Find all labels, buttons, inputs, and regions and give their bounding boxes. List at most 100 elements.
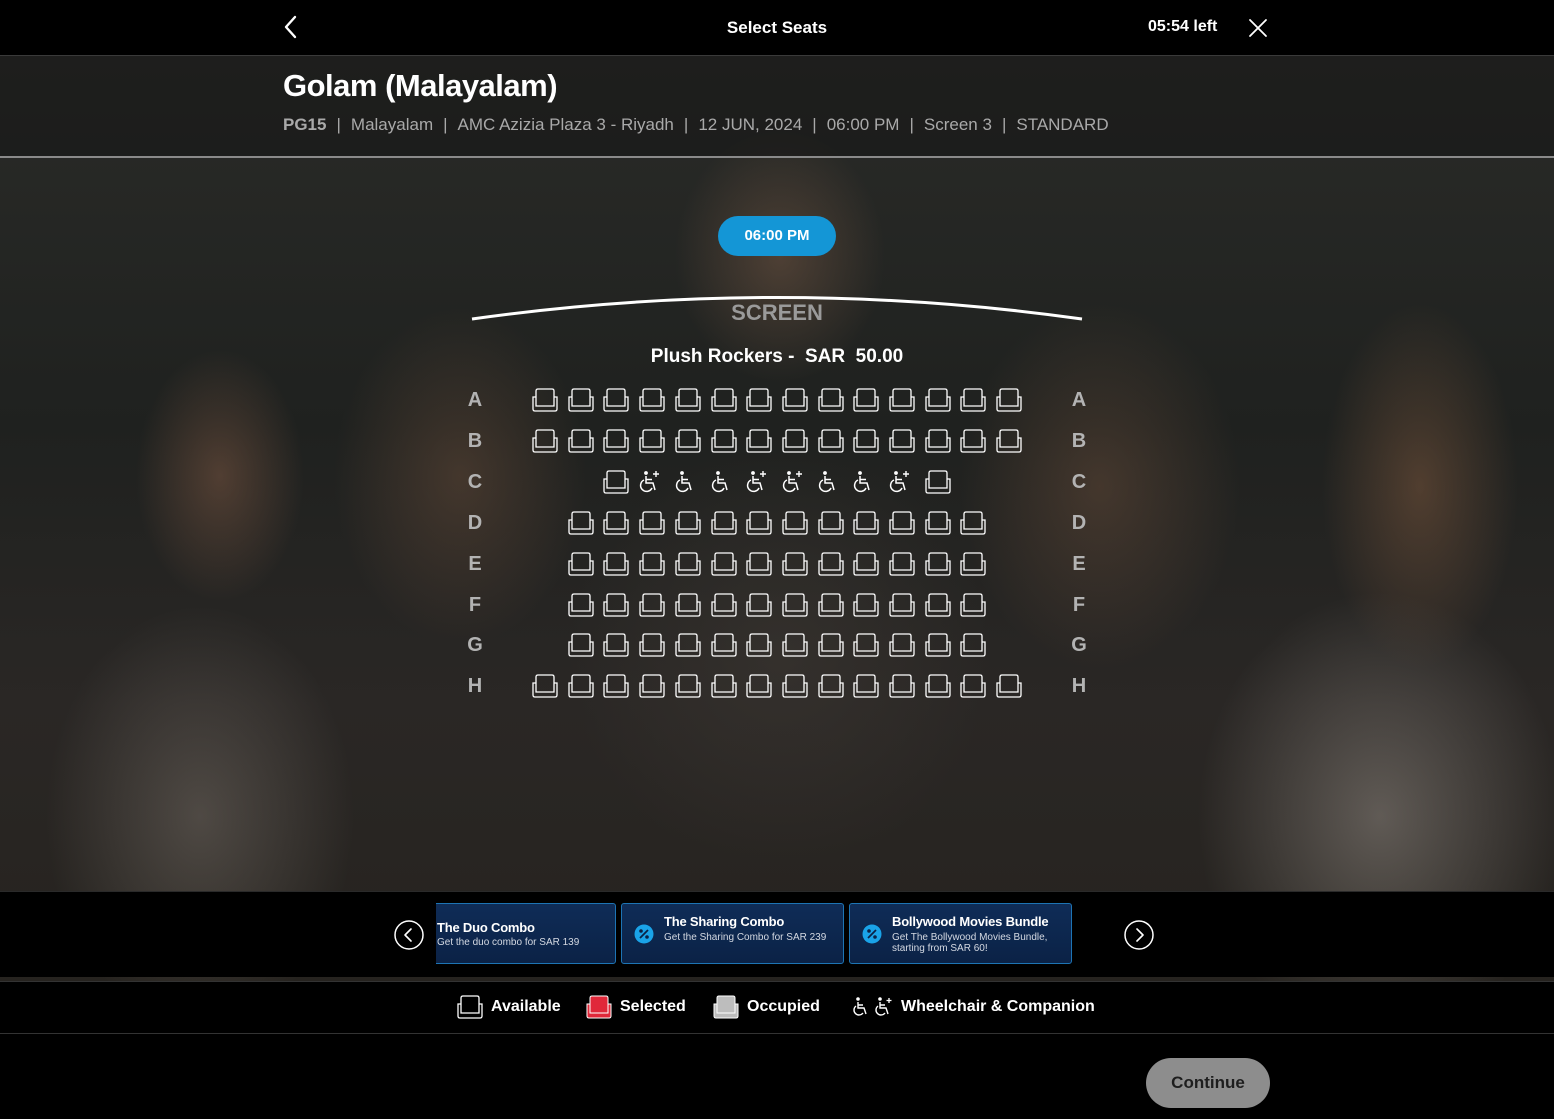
promo-card-duo[interactable]: The Duo Combo Get the duo combo for SAR … <box>436 903 616 964</box>
seat-h3[interactable] <box>601 673 631 699</box>
seat-g5[interactable] <box>709 632 739 658</box>
seat-h14[interactable] <box>994 673 1024 699</box>
seat-g8[interactable] <box>816 632 846 658</box>
seat-a10[interactable] <box>851 387 881 413</box>
seat-g4[interactable] <box>673 632 703 658</box>
seat-f5[interactable] <box>709 592 739 618</box>
seat-f11[interactable] <box>923 592 953 618</box>
close-button[interactable] <box>1248 18 1268 38</box>
seat-f3[interactable] <box>637 592 667 618</box>
seat-a1[interactable] <box>530 387 560 413</box>
seat-b13[interactable] <box>958 428 988 454</box>
seat-g10[interactable] <box>887 632 917 658</box>
seat-h6[interactable] <box>709 673 739 699</box>
seat-h10[interactable] <box>851 673 881 699</box>
seat-a6[interactable] <box>709 387 739 413</box>
wheelchair-seat-c6[interactable] <box>780 469 810 495</box>
seat-f10[interactable] <box>887 592 917 618</box>
seat-a4[interactable] <box>637 387 667 413</box>
seat-b2[interactable] <box>566 428 596 454</box>
seat-g7[interactable] <box>780 632 810 658</box>
wheelchair-seat-c8[interactable] <box>851 469 881 495</box>
seat-a7[interactable] <box>744 387 774 413</box>
seat-h13[interactable] <box>958 673 988 699</box>
seat-b10[interactable] <box>851 428 881 454</box>
seat-b4[interactable] <box>637 428 667 454</box>
seat-b9[interactable] <box>816 428 846 454</box>
seat-g1[interactable] <box>566 632 596 658</box>
showtime-selector[interactable]: 06:00 PM <box>718 216 836 256</box>
seat-d2[interactable] <box>601 510 631 536</box>
seat-f8[interactable] <box>816 592 846 618</box>
seat-c1[interactable] <box>601 469 631 495</box>
seat-g3[interactable] <box>637 632 667 658</box>
seat-e5[interactable] <box>709 551 739 577</box>
wheelchair-seat-c3[interactable] <box>673 469 703 495</box>
seat-f12[interactable] <box>958 592 988 618</box>
seat-d5[interactable] <box>709 510 739 536</box>
wheelchair-seat-c7[interactable] <box>816 469 846 495</box>
seat-e8[interactable] <box>816 551 846 577</box>
seat-f7[interactable] <box>780 592 810 618</box>
seat-d3[interactable] <box>637 510 667 536</box>
seat-h11[interactable] <box>887 673 917 699</box>
wheelchair-seat-c5[interactable] <box>744 469 774 495</box>
seat-f1[interactable] <box>566 592 596 618</box>
seat-h1[interactable] <box>530 673 560 699</box>
wheelchair-seat-c2[interactable] <box>637 469 667 495</box>
seat-g12[interactable] <box>958 632 988 658</box>
seat-b5[interactable] <box>673 428 703 454</box>
seat-b12[interactable] <box>923 428 953 454</box>
promo-prev-button[interactable] <box>394 920 424 950</box>
seat-d6[interactable] <box>744 510 774 536</box>
promo-card-bollywood[interactable]: Bollywood Movies Bundle Get The Bollywoo… <box>849 903 1072 964</box>
seat-a2[interactable] <box>566 387 596 413</box>
seat-e2[interactable] <box>601 551 631 577</box>
promo-card-sharing[interactable]: The Sharing Combo Get the Sharing Combo … <box>621 903 844 964</box>
seat-e9[interactable] <box>851 551 881 577</box>
seat-h9[interactable] <box>816 673 846 699</box>
seat-d10[interactable] <box>887 510 917 536</box>
seat-f6[interactable] <box>744 592 774 618</box>
promo-next-button[interactable] <box>1124 920 1154 950</box>
seat-h7[interactable] <box>744 673 774 699</box>
wheelchair-seat-c9[interactable] <box>887 469 917 495</box>
seat-b7[interactable] <box>744 428 774 454</box>
seat-a9[interactable] <box>816 387 846 413</box>
seat-b1[interactable] <box>530 428 560 454</box>
seat-a5[interactable] <box>673 387 703 413</box>
wheelchair-seat-c4[interactable] <box>709 469 739 495</box>
seat-g9[interactable] <box>851 632 881 658</box>
seat-d12[interactable] <box>958 510 988 536</box>
seat-e11[interactable] <box>923 551 953 577</box>
seat-e1[interactable] <box>566 551 596 577</box>
seat-b11[interactable] <box>887 428 917 454</box>
seat-b8[interactable] <box>780 428 810 454</box>
seat-e6[interactable] <box>744 551 774 577</box>
seat-h4[interactable] <box>637 673 667 699</box>
seat-d8[interactable] <box>816 510 846 536</box>
seat-a13[interactable] <box>958 387 988 413</box>
seat-h8[interactable] <box>780 673 810 699</box>
seat-e7[interactable] <box>780 551 810 577</box>
seat-d7[interactable] <box>780 510 810 536</box>
seat-g2[interactable] <box>601 632 631 658</box>
seat-d11[interactable] <box>923 510 953 536</box>
seat-e12[interactable] <box>958 551 988 577</box>
seat-b3[interactable] <box>601 428 631 454</box>
seat-a8[interactable] <box>780 387 810 413</box>
seat-g11[interactable] <box>923 632 953 658</box>
seat-b14[interactable] <box>994 428 1024 454</box>
seat-f4[interactable] <box>673 592 703 618</box>
seat-h2[interactable] <box>566 673 596 699</box>
seat-h12[interactable] <box>923 673 953 699</box>
seat-f2[interactable] <box>601 592 631 618</box>
seat-g6[interactable] <box>744 632 774 658</box>
seat-b6[interactable] <box>709 428 739 454</box>
seat-a12[interactable] <box>923 387 953 413</box>
seat-e4[interactable] <box>673 551 703 577</box>
seat-d9[interactable] <box>851 510 881 536</box>
seat-f9[interactable] <box>851 592 881 618</box>
seat-c10[interactable] <box>923 469 953 495</box>
seat-d1[interactable] <box>566 510 596 536</box>
